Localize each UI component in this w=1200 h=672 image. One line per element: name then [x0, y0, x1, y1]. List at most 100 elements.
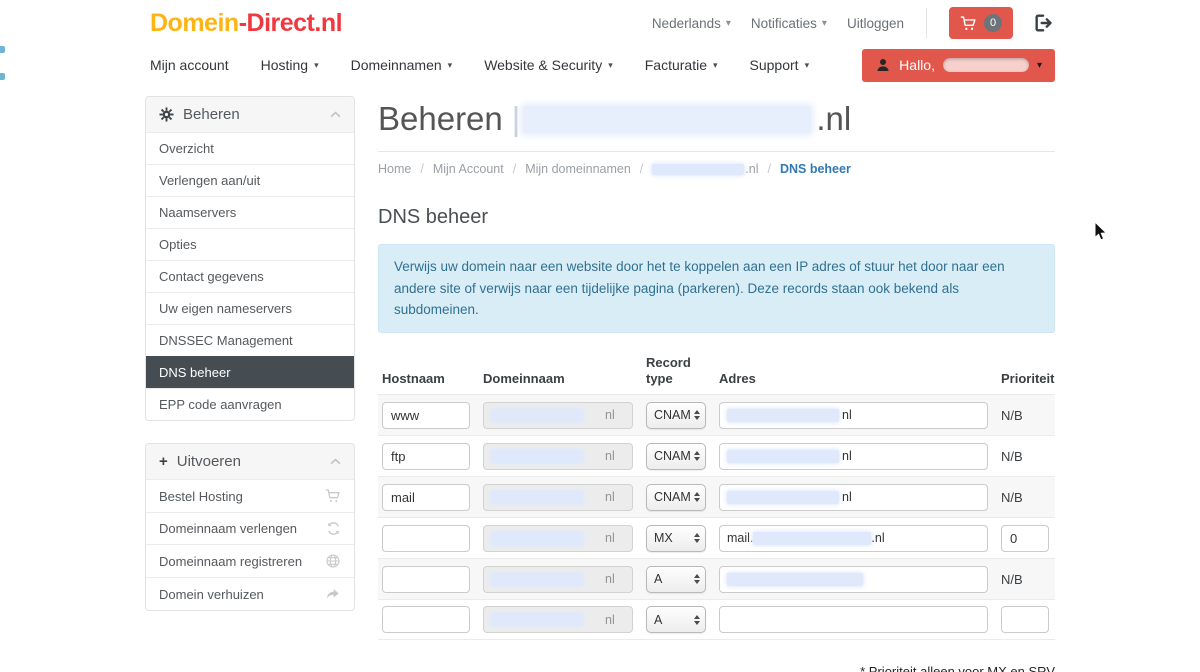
caret-down-icon: ▾ [448, 60, 453, 71]
redacted-domain-name [523, 106, 811, 133]
screen: Domein-Direct.nl Nederlands ▾ Notificati… [0, 0, 1200, 672]
nav-label: Support [750, 57, 799, 73]
adres-input[interactable]: nl [719, 443, 988, 470]
nav-website-security[interactable]: Website & Security ▾ [484, 57, 613, 73]
record-type-value: CNAM [654, 449, 691, 463]
prioriteit-value: N/B [1001, 449, 1057, 464]
nav-support[interactable]: Support ▾ [750, 57, 810, 73]
sidebar: Beheren Overzicht Verlengen aan/uit Naam… [145, 96, 355, 611]
redacted-address [727, 409, 839, 422]
sidebar-header-uitvoeren[interactable]: + Uitvoeren [146, 444, 354, 479]
logo-part-orange: Domein [150, 9, 239, 37]
nav-facturatie[interactable]: Facturatie ▾ [645, 57, 718, 73]
notifications-menu[interactable]: Notificaties ▾ [751, 16, 827, 31]
breadcrumb-home[interactable]: Home [378, 162, 411, 176]
title-cursor-mark: | [512, 100, 521, 138]
cart-count-badge: 0 [984, 14, 1002, 32]
hostnaam-input[interactable] [382, 525, 470, 552]
info-box: Verwijs uw domein naar een website door … [378, 244, 1055, 333]
sidebar-item-domeinnaam-verlengen[interactable]: Domeinnaam verlengen [146, 512, 354, 544]
record-type-select[interactable]: A [646, 606, 706, 633]
logout-link[interactable]: Uitloggen [847, 16, 904, 31]
sidebar-title-beheren: Beheren [183, 106, 240, 123]
cart-icon [325, 488, 341, 504]
record-type-select[interactable]: CNAM [646, 443, 706, 470]
main-navigation: Mijn account Hosting ▾ Domeinnamen ▾ Web… [0, 46, 1200, 84]
record-type-select[interactable]: MX [646, 525, 706, 552]
adres-input[interactable] [719, 566, 988, 593]
sidebar-item-contact-gegevens[interactable]: Contact gegevens [146, 260, 354, 292]
edge-artifact [0, 73, 5, 80]
table-row: nl A [378, 599, 1055, 640]
breadcrumb-domain-suffix: .nl [745, 162, 758, 176]
sidebar-item-bestel-hosting[interactable]: Bestel Hosting [146, 479, 354, 512]
sidebar-item-domein-verhuizen[interactable]: Domein verhuizen [146, 577, 354, 610]
nav-mijn-account[interactable]: Mijn account [150, 57, 229, 73]
sidebar-item-dns-beheer[interactable]: DNS beheer [146, 356, 354, 388]
prioriteit-input[interactable] [1001, 525, 1049, 552]
nav-domeinnamen[interactable]: Domeinnamen ▾ [351, 57, 453, 73]
select-updown-icon [694, 410, 700, 420]
adres-input[interactable] [719, 606, 988, 633]
sidebar-item-naamservers[interactable]: Naamservers [146, 196, 354, 228]
domeinnaam-field: nl [483, 484, 633, 511]
hostnaam-input[interactable] [382, 566, 470, 593]
priority-note: * Prioriteit alleen voor MX en SRV [378, 664, 1055, 672]
breadcrumb-mijn-domeinnamen[interactable]: Mijn domeinnamen [525, 162, 631, 176]
sidebar-header-beheren[interactable]: Beheren [146, 97, 354, 132]
sidebar-panel-uitvoeren: + Uitvoeren Bestel Hosting [145, 443, 355, 611]
sidebar-item-label: Uw eigen nameservers [159, 301, 292, 316]
nav-hosting[interactable]: Hosting ▾ [261, 57, 319, 73]
record-type-select[interactable]: CNAM [646, 484, 706, 511]
sidebar-item-epp-code-aanvragen[interactable]: EPP code aanvragen [146, 388, 354, 420]
prioriteit-input[interactable] [1001, 606, 1049, 633]
record-type-select[interactable]: A [646, 566, 706, 593]
address-suffix: .nl [871, 531, 884, 545]
content-area: Beheren Overzicht Verlengen aan/uit Naam… [0, 84, 1200, 672]
cart-button[interactable]: 0 [949, 7, 1013, 39]
hostnaam-input[interactable] [382, 402, 470, 429]
column-header-prioriteit: Prioriteit [1001, 371, 1057, 387]
greeting-label: Hallo, [899, 57, 935, 73]
sidebar-item-domeinnaam-registreren[interactable]: Domeinnaam registreren [146, 544, 354, 577]
hostnaam-input[interactable] [382, 484, 470, 511]
hostnaam-input[interactable] [382, 606, 470, 633]
hostnaam-input[interactable] [382, 443, 470, 470]
notifications-label: Notificaties [751, 16, 817, 31]
domain-suffix: nl [605, 613, 615, 627]
breadcrumb-domain[interactable]: .nl [652, 162, 758, 176]
adres-input[interactable]: nl [719, 484, 988, 511]
breadcrumb-current: DNS beheer [780, 162, 851, 176]
sidebar-item-verlengen-aan-uit[interactable]: Verlengen aan/uit [146, 164, 354, 196]
page-title: Beheren | .nl [378, 100, 1055, 152]
prioriteit-value: N/B [1001, 408, 1057, 423]
adres-input[interactable]: nl [719, 402, 988, 429]
adres-input[interactable]: mail. .nl [719, 525, 988, 552]
column-header-record-type: Record type [646, 355, 706, 388]
redacted-address [727, 491, 839, 504]
select-updown-icon [694, 574, 700, 584]
select-updown-icon [694, 533, 700, 543]
sidebar-item-opties[interactable]: Opties [146, 228, 354, 260]
record-type-select[interactable]: CNAM [646, 402, 706, 429]
chevron-up-icon [330, 458, 341, 465]
sidebar-item-dnssec-management[interactable]: DNSSEC Management [146, 324, 354, 356]
section-title: DNS beheer [378, 206, 1055, 229]
page-title-suffix: .nl [816, 100, 851, 138]
nav-label: Facturatie [645, 57, 707, 73]
domain-suffix: nl [605, 490, 615, 504]
account-menu-button[interactable]: Hallo, ▾ [862, 49, 1055, 82]
language-menu[interactable]: Nederlands ▾ [652, 16, 731, 31]
domeinnaam-field: nl [483, 402, 633, 429]
sidebar-item-label: Overzicht [159, 141, 214, 156]
sidebar-item-overzicht[interactable]: Overzicht [146, 132, 354, 164]
redacted-domain-name [491, 450, 583, 463]
table-header-row: Hostnaam Domeinnaam Record type Adres Pr… [378, 355, 1055, 395]
domain-suffix: nl [605, 572, 615, 586]
caret-down-icon: ▾ [805, 60, 810, 71]
sidebar-item-uw-eigen-nameservers[interactable]: Uw eigen nameservers [146, 292, 354, 324]
site-logo[interactable]: Domein-Direct.nl [150, 9, 342, 38]
sign-out-icon[interactable] [1033, 12, 1055, 34]
sidebar-item-label: EPP code aanvragen [159, 397, 282, 412]
breadcrumb-mijn-account[interactable]: Mijn Account [433, 162, 504, 176]
